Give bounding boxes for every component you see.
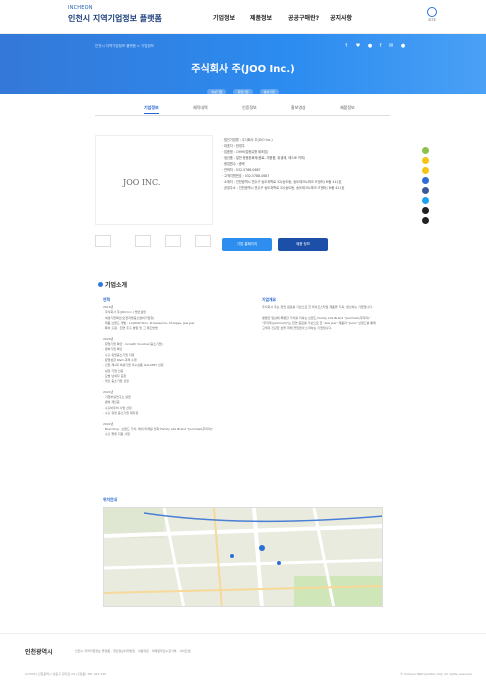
footer-links[interactable]: 인천시 지역기업정보 플랫폼 · 개인정보처리방침 · 이용약관 · 이메일무단…: [75, 649, 190, 653]
tag-venture: 벤처기업: [259, 89, 279, 95]
nav-company[interactable]: 기업정보: [213, 13, 235, 22]
tab-video[interactable]: 홍보영상: [291, 105, 306, 111]
company-title: 주식회사 주(JOO Inc.): [191, 64, 295, 75]
footer-copyright: © Incheon Metropolitan City. All rights …: [400, 672, 473, 676]
nav-public[interactable]: 공공구매란?: [288, 13, 319, 22]
logo-top: INCHEON: [68, 5, 93, 11]
quick-icon[interactable]: [422, 207, 429, 214]
company-tags: 여성기업 창업기업 벤처기업: [0, 78, 486, 97]
overview-text: 주식회사 주는 천연 원료를 기반으로 한 라이프스타일 제품을 기획, 생산하…: [262, 305, 387, 331]
site-footer: 인천광역시 인천시 지역기업정보 플랫폼 · 개인정보처리방침 · 이용약관 ·…: [0, 633, 486, 676]
footer-logo: 인천광역시: [25, 649, 53, 656]
quick-icon[interactable]: [422, 167, 429, 174]
nav-product[interactable]: 제품정보: [250, 13, 272, 22]
tag-women: 여성기업: [207, 89, 227, 95]
quick-icon[interactable]: [422, 157, 429, 164]
thumbnail[interactable]: [165, 235, 181, 247]
tab-history[interactable]: 제작내역: [193, 105, 208, 111]
nav-notice[interactable]: 공지사항: [330, 13, 352, 22]
site-header: INCHEON 인천시 지역기업정보 플랫폼 기업정보 제품정보 공공구매란? …: [0, 0, 486, 34]
quick-icon[interactable]: [422, 147, 429, 154]
location-title: 위치안내: [103, 497, 117, 502]
tab-products[interactable]: 제품정보: [340, 105, 355, 111]
logo-title: 인천시 지역기업정보 플랫폼: [68, 14, 162, 23]
map-graphic: [104, 508, 382, 606]
tab-certification[interactable]: 인증정보: [242, 105, 257, 111]
tag-startup: 창업기업: [233, 89, 253, 95]
history-line: · 수출 물류 지원 사업: [103, 432, 130, 437]
sitemap-label: SITE: [428, 18, 436, 22]
breadcrumb: 인천시 지역기업정보 플랫폼 > 기업정보: [95, 44, 154, 48]
user-icon: [427, 7, 437, 17]
company-logo: JOO INC.: [123, 178, 161, 187]
site-logo[interactable]: INCHEON 인천시 지역기업정보 플랫폼: [68, 5, 162, 24]
quick-icon[interactable]: [422, 177, 429, 184]
share-icons[interactable]: ↑ ♥ ● f ✉ ●: [344, 43, 408, 49]
company-info-list: · 법인기업명 : 주식회사 주(JOO Inc.) · 대표자 : 한영주 ·…: [222, 137, 344, 191]
product-info-button[interactable]: 제품 정보: [278, 238, 328, 251]
facebook-icon[interactable]: [422, 187, 429, 194]
section-title: 기업소개: [98, 280, 127, 289]
company-logo-box: JOO INC.: [95, 135, 213, 225]
overview-line: 주식회사 주는 천연 원료를 기반으로 한 라이프스타일 제품을 기획, 생산하…: [262, 305, 373, 309]
thumbnail[interactable]: [95, 235, 111, 247]
hero-banner: 인천시 지역기업정보 플랫폼 > 기업정보 ↑ ♥ ● f ✉ ● 주식회사 주…: [0, 34, 486, 97]
tab-company-info[interactable]: 기업정보: [144, 105, 159, 114]
quick-menu: [422, 147, 432, 227]
homepage-button[interactable]: 기업 홈페이지: [222, 238, 272, 251]
overview-title: 기업개요: [262, 297, 276, 302]
footer-address: (21554) 인천광역시 남동구 정각로 29 (구월동) TEL 032-1…: [25, 672, 107, 676]
overview-line: 고객의 건강한 삶을 위해 끊임없이 노력하는 기업입니다.: [262, 326, 333, 331]
content-tabs: 기업정보 제작내역 인증정보 홍보영상 제품정보: [95, 100, 390, 116]
thumbnail[interactable]: [195, 235, 211, 247]
top-icon[interactable]: [422, 217, 429, 224]
history-list: 2019년 · 주식회사 주(JOO Inc.) 법인설립 · 여성기업확인(인천지…: [103, 305, 238, 437]
sitemap-button[interactable]: SITE: [425, 7, 439, 22]
thumbnail[interactable]: [135, 235, 151, 247]
history-title: 연혁: [103, 297, 110, 302]
location-map[interactable]: [103, 507, 383, 607]
info-item: · 공장주소 : 인천광역시 연수구 송도과학로 32(송도동, 송도테크노파크…: [222, 186, 345, 190]
twitter-icon[interactable]: [422, 197, 429, 204]
